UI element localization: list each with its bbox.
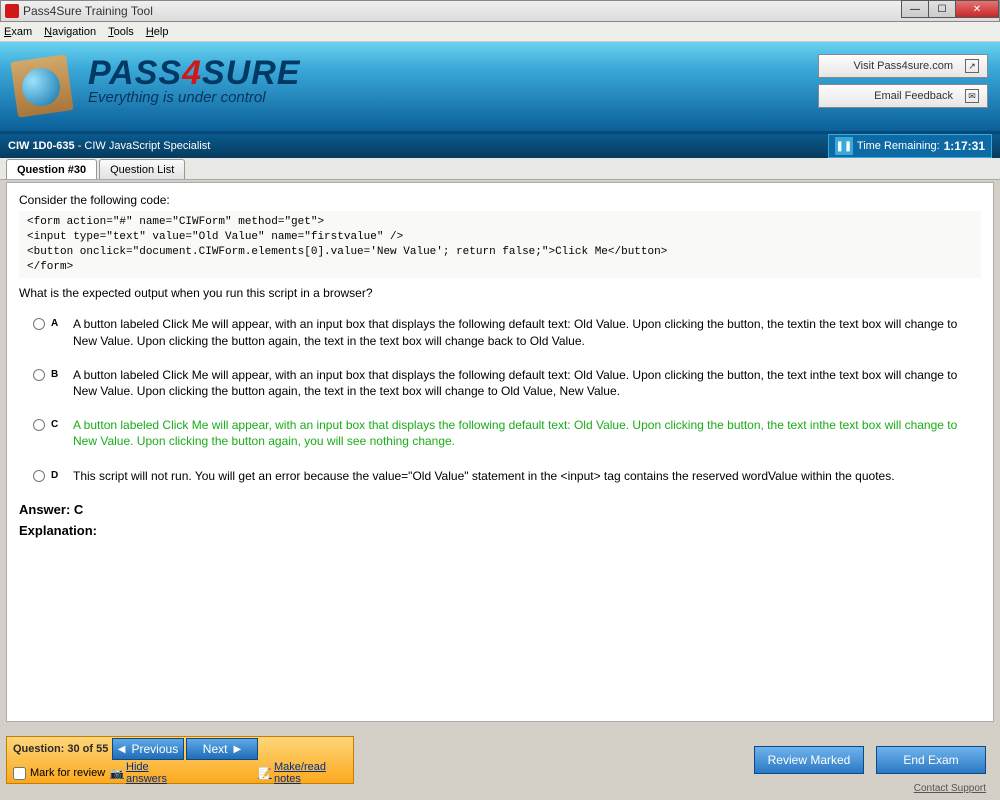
- app-icon: [5, 4, 19, 18]
- nav-panel: Question: 30 of 55 ◀Previous Next▶ Mark …: [6, 736, 354, 784]
- tabs: Question #30 Question List: [0, 158, 1000, 180]
- question-position: Question: 30 of 55: [7, 743, 111, 755]
- close-button[interactable]: ✕: [955, 0, 999, 18]
- make-notes-link[interactable]: 📝Make/read notes: [259, 761, 355, 785]
- timer: ❚❚ Time Remaining: 1:17:31: [828, 134, 992, 158]
- menu-tools[interactable]: Tools: [108, 26, 134, 38]
- brand-pre: PASS: [88, 54, 182, 92]
- radio-option-a[interactable]: [33, 318, 45, 330]
- logo: [10, 48, 74, 123]
- answer-label: Answer: C: [19, 502, 981, 517]
- tab-question[interactable]: Question #30: [6, 159, 97, 179]
- question-prompt: What is the expected output when you run…: [19, 286, 981, 300]
- pause-button[interactable]: ❚❚: [835, 137, 853, 155]
- option-text: A button labeled Click Me will appear, w…: [73, 316, 981, 348]
- option-a: A A button labeled Click Me will appear, …: [19, 316, 981, 348]
- window-title: Pass4Sure Training Tool: [23, 4, 153, 18]
- note-icon: 📝: [259, 767, 271, 779]
- radio-option-d[interactable]: [33, 470, 45, 482]
- menu-navigation[interactable]: Navigation: [44, 26, 96, 38]
- option-text: A button labeled Click Me will appear, w…: [73, 417, 981, 449]
- end-exam-button[interactable]: End Exam: [876, 746, 986, 774]
- previous-button[interactable]: ◀Previous: [112, 738, 184, 760]
- code-block: <form action="#" name="CIWForm" method="…: [19, 211, 981, 278]
- exam-title: CIW 1D0-635 - CIW JavaScript Specialist: [8, 140, 210, 152]
- radio-option-b[interactable]: [33, 369, 45, 381]
- hide-answers-link[interactable]: 📷Hide answers: [111, 761, 185, 785]
- menu-help[interactable]: Help: [146, 26, 169, 38]
- camera-icon: 📷: [111, 767, 123, 779]
- option-text: This script will not run. You will get a…: [73, 468, 981, 484]
- option-text: A button labeled Click Me will appear, w…: [73, 367, 981, 399]
- option-letter: B: [51, 369, 69, 380]
- option-letter: D: [51, 470, 69, 481]
- radio-option-c[interactable]: [33, 419, 45, 431]
- question-panel: Consider the following code: <form actio…: [6, 182, 994, 722]
- option-d: D This script will not run. You will get …: [19, 468, 981, 484]
- explanation-label: Explanation:: [19, 523, 981, 538]
- minimize-button[interactable]: —: [901, 0, 929, 18]
- window-controls: — ☐ ✕: [902, 0, 999, 18]
- arrow-right-icon: ▶: [233, 744, 241, 755]
- visit-site-button[interactable]: Visit Pass4sure.com ↗: [818, 54, 988, 78]
- maximize-button[interactable]: ☐: [928, 0, 956, 18]
- window-titlebar: Pass4Sure Training Tool — ☐ ✕: [0, 0, 1000, 22]
- mark-for-review-checkbox[interactable]: Mark for review: [7, 767, 111, 780]
- banner: PASS4SURE Everything is under control Vi…: [0, 42, 1000, 134]
- timer-value: 1:17:31: [944, 139, 985, 153]
- tab-question-list[interactable]: Question List: [99, 159, 185, 179]
- contact-support-link[interactable]: Contact Support: [914, 783, 986, 794]
- brand: PASS4SURE Everything is under control: [88, 54, 300, 106]
- info-bar: CIW 1D0-635 - CIW JavaScript Specialist …: [0, 134, 1000, 158]
- mail-icon: ✉: [965, 89, 979, 103]
- brand-post: SURE: [202, 54, 300, 92]
- option-letter: A: [51, 318, 69, 329]
- brand-num: 4: [182, 54, 202, 92]
- external-link-icon: ↗: [965, 59, 979, 73]
- question-intro: Consider the following code:: [19, 193, 981, 207]
- bottom-bar: Question: 30 of 55 ◀Previous Next▶ Mark …: [0, 736, 1000, 792]
- timer-label: Time Remaining:: [857, 140, 940, 152]
- arrow-left-icon: ◀: [118, 744, 126, 755]
- menu-bar: Exam Navigation Tools Help: [0, 22, 1000, 42]
- menu-exam[interactable]: Exam: [4, 26, 32, 38]
- option-letter: C: [51, 419, 69, 430]
- option-b: B A button labeled Click Me will appear, …: [19, 367, 981, 399]
- review-marked-button[interactable]: Review Marked: [754, 746, 864, 774]
- next-button[interactable]: Next▶: [186, 738, 258, 760]
- option-c: C A button labeled Click Me will appear, …: [19, 417, 981, 449]
- email-feedback-button[interactable]: Email Feedback ✉: [818, 84, 988, 108]
